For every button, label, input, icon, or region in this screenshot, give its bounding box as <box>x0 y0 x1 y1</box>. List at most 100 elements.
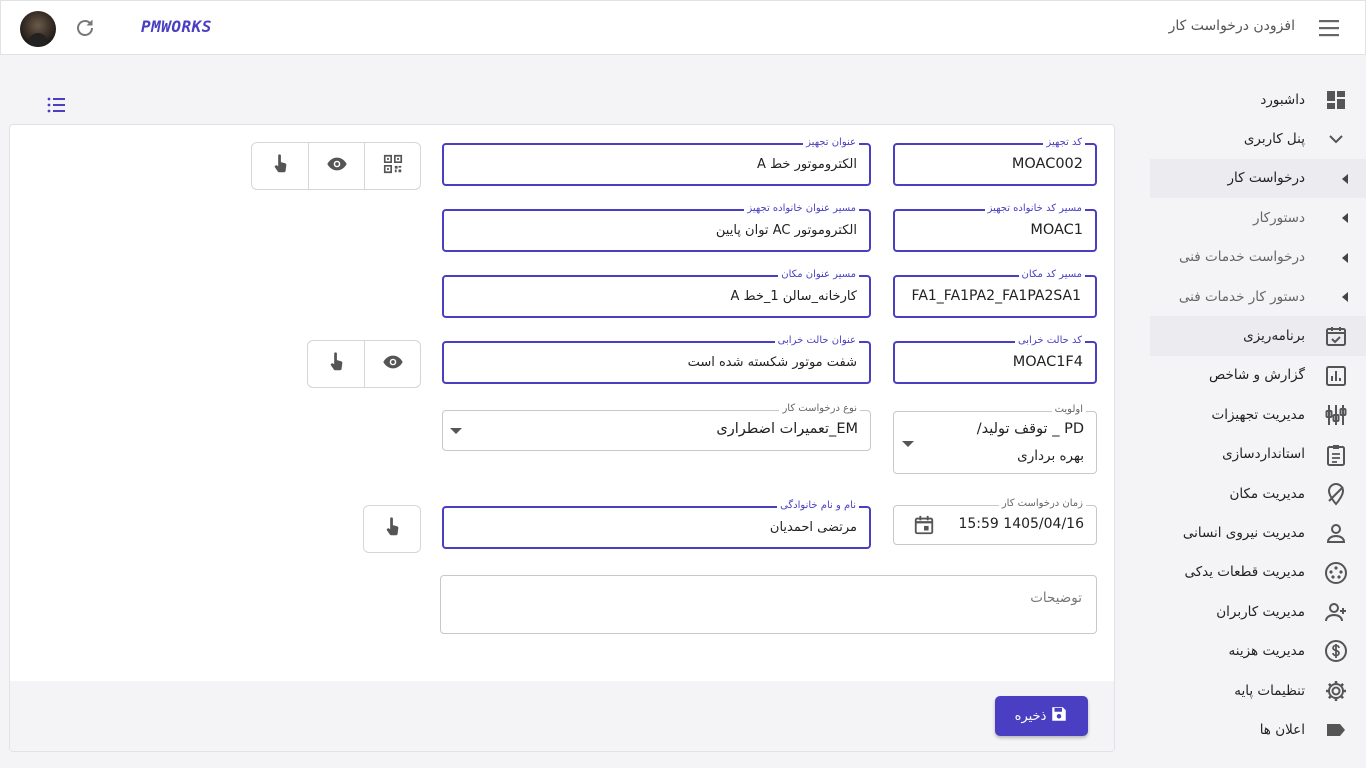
sidebar-item-base-settings[interactable]: تنظیمات پایه <box>1150 671 1366 710</box>
save-button[interactable]: ذخیره <box>995 696 1088 736</box>
label-icon <box>1324 718 1348 742</box>
sidebar-item-label: مدیریت قطعات یدکی <box>1184 564 1305 581</box>
field-label: مسیر کد خانواده تجهیز <box>984 202 1085 216</box>
gear-icon <box>1324 679 1348 703</box>
priority-select[interactable]: اولویت PD _ توقف تولید/ بهره برداری <box>893 403 1097 474</box>
sidebar-item-cost[interactable]: مدیریت هزینه <box>1150 631 1366 670</box>
app-logo[interactable]: PMWORKS <box>141 17 212 36</box>
touch-icon <box>269 153 291 179</box>
field-value-line2: بهره برداری <box>1017 448 1084 464</box>
view-button[interactable] <box>364 341 420 387</box>
eye-icon <box>382 351 404 377</box>
field-value: MOAC002 <box>1011 156 1083 172</box>
dropdown-arrow-icon <box>902 441 914 447</box>
field-value: FA1_FA1PA2_FA1PA2SA1 <box>911 288 1081 304</box>
field-value: الکتروموتور خط A <box>757 157 857 172</box>
sidebar-item-reports[interactable]: گزارش و شاخص <box>1150 356 1366 395</box>
sidebar-item-planning[interactable]: برنامه‌ریزی <box>1150 316 1366 356</box>
touch-button[interactable] <box>308 341 364 387</box>
description-textarea[interactable]: توضیحات <box>440 575 1097 634</box>
save-label: ذخیره <box>1014 708 1047 724</box>
sidebar-item-label: داشبورد <box>1260 91 1305 108</box>
sidebar-item-notifications[interactable]: اعلان ها <box>1150 710 1366 749</box>
field-value-line1: PD _ توقف تولید/ <box>976 421 1084 437</box>
sidebar-item-label: تنظیمات پایه <box>1234 682 1305 699</box>
description-placeholder: توضیحات <box>1030 590 1082 606</box>
touch-button[interactable] <box>252 143 308 189</box>
field-value: 1405/04/16 15:59 <box>958 516 1084 532</box>
sidebar-item-users[interactable]: مدیریت کاربران <box>1150 592 1366 631</box>
field-label: مسیر عنوان مکان <box>778 268 859 282</box>
clipboard-icon <box>1324 443 1348 467</box>
person-icon <box>1324 521 1348 545</box>
equipment-actions <box>251 142 421 190</box>
top-header: PMWORKS افزودن درخواست کار <box>0 0 1366 55</box>
caret-left-icon <box>1342 173 1348 184</box>
hamburger-icon[interactable] <box>1317 17 1341 39</box>
sidebar: داشبورد پنل کاربری درخواست کار دستورکار … <box>1150 80 1366 750</box>
field-label: عنوان حالت خرابی <box>774 334 859 348</box>
field-label: زمان درخواست کار <box>998 497 1086 511</box>
failure-code-field[interactable]: کد حالت خرابی MOAC1F4 <box>893 334 1097 384</box>
field-label: عنوان تجهیز <box>803 136 859 150</box>
sidebar-item-label: دستورکار <box>1253 209 1305 226</box>
full-name-field[interactable]: نام و نام خانوادگی مرتضی احمدیان <box>442 499 871 549</box>
qr-code-icon <box>382 153 404 179</box>
family-code-path-field[interactable]: مسیر کد خانواده تجهیز MOAC1 <box>893 202 1097 252</box>
sidebar-item-work-request[interactable]: درخواست کار <box>1150 158 1366 199</box>
sidebar-item-tech-service-order[interactable]: دستور کار خدمات فنی <box>1150 277 1366 316</box>
field-label: کد حالت خرابی <box>1014 334 1085 348</box>
sidebar-item-label: مدیریت تجهیزات <box>1211 406 1305 423</box>
request-time-field[interactable]: زمان درخواست کار 1405/04/16 15:59 <box>893 497 1097 545</box>
sidebar-item-label: برنامه‌ریزی <box>1243 328 1305 345</box>
eye-icon <box>326 153 348 179</box>
field-value: MOAC1 <box>1030 222 1083 238</box>
chevron-down-icon <box>1324 127 1348 151</box>
family-title-path-field[interactable]: مسیر عنوان خانواده تجهیز الکتروموتور AC … <box>442 202 871 252</box>
list-view-icon[interactable] <box>46 95 68 115</box>
sidebar-item-tech-service-request[interactable]: درخواست خدمات فنی <box>1150 238 1366 277</box>
field-value: الکتروموتور AC توان پایین <box>715 223 857 238</box>
touch-icon <box>381 516 403 542</box>
caret-left-icon <box>1342 291 1348 302</box>
sidebar-item-equipment[interactable]: مدیریت تجهیزات <box>1150 395 1366 434</box>
sidebar-item-spare-parts[interactable]: مدیریت قطعات یدکی <box>1150 553 1366 592</box>
sidebar-item-label: گزارش و شاخص <box>1208 367 1305 384</box>
field-value: MOAC1F4 <box>1012 354 1083 370</box>
field-label: کد تجهیز <box>1043 136 1085 150</box>
field-label: اولویت <box>1051 403 1086 417</box>
sidebar-item-label: درخواست خدمات فنی <box>1178 249 1305 266</box>
failure-title-field[interactable]: عنوان حالت خرابی شفت موتور شکسته شده است <box>442 334 871 384</box>
touch-button[interactable] <box>364 506 420 552</box>
sidebar-item-label: استانداردسازی <box>1222 446 1305 463</box>
location-title-path-field[interactable]: مسیر عنوان مکان کارخانه_سالن 1_خط A <box>442 268 871 318</box>
sidebar-item-user-panel[interactable]: پنل کاربری <box>1150 119 1366 158</box>
calendar-icon[interactable] <box>913 514 935 536</box>
refresh-icon[interactable] <box>73 16 97 40</box>
form-footer <box>10 681 1114 751</box>
sidebar-item-work-order[interactable]: دستورکار <box>1150 198 1366 237</box>
spare-parts-icon <box>1324 561 1348 585</box>
request-type-select[interactable]: نوع درخواست کار EM_تعمیرات اضطراری <box>442 402 871 451</box>
person-actions <box>363 505 421 553</box>
save-icon <box>1050 705 1068 727</box>
equipment-icon <box>1324 403 1348 427</box>
user-avatar[interactable] <box>20 11 56 47</box>
field-value: EM_تعمیرات اضطراری <box>716 421 858 437</box>
sidebar-item-human-resources[interactable]: مدیریت نیروی انسانی <box>1150 513 1366 552</box>
field-label: نام و نام خانوادگی <box>777 499 859 513</box>
location-code-path-field[interactable]: مسیر کد مکان FA1_FA1PA2_FA1PA2SA1 <box>893 268 1097 318</box>
page-title: افزودن درخواست کار <box>1168 18 1295 34</box>
equipment-code-field[interactable]: کد تجهیز MOAC002 <box>893 136 1097 186</box>
field-value: کارخانه_سالن 1_خط A <box>730 289 857 304</box>
sidebar-item-dashboard[interactable]: داشبورد <box>1150 80 1366 119</box>
view-button[interactable] <box>308 143 364 189</box>
dashboard-icon <box>1324 88 1348 112</box>
equipment-title-field[interactable]: عنوان تجهیز الکتروموتور خط A <box>442 136 871 186</box>
bar-chart-icon <box>1324 364 1348 388</box>
qr-scan-button[interactable] <box>364 143 420 189</box>
sidebar-item-label: مدیریت نیروی انسانی <box>1182 524 1305 541</box>
sidebar-item-location[interactable]: مدیریت مکان <box>1150 474 1366 513</box>
sidebar-item-standardization[interactable]: استانداردسازی <box>1150 435 1366 474</box>
sidebar-item-label: مدیریت کاربران <box>1216 603 1305 620</box>
